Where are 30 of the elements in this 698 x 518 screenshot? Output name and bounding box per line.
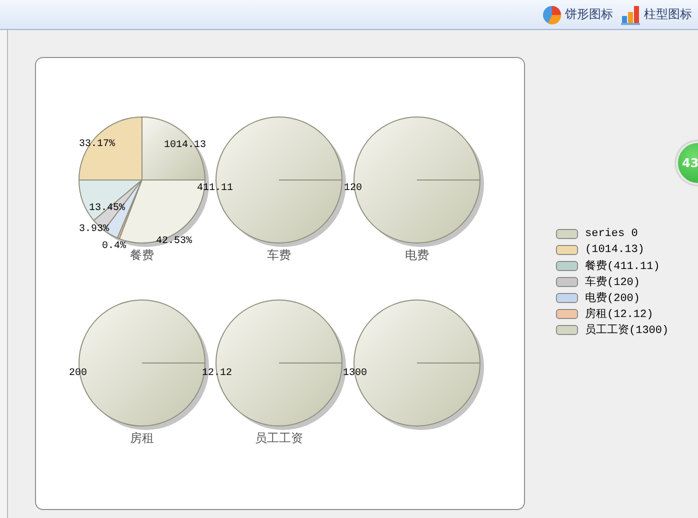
- data-label: 33.17%: [79, 139, 116, 151]
- data-label: 12.12: [202, 368, 232, 380]
- data-label: 3.93%: [79, 224, 110, 236]
- data-label: 13.45%: [89, 203, 126, 215]
- data-label: 411.11: [197, 183, 234, 195]
- legend-label: 餐费(411.11): [585, 259, 660, 273]
- bar-chart-icon: [621, 4, 641, 24]
- radius-line: [416, 362, 480, 364]
- toolbar-button[interactable]: 柱型图标: [621, 4, 692, 24]
- legend-label: (1014.13): [585, 244, 644, 256]
- radius-line: [142, 362, 206, 364]
- legend-label: 电费(200): [585, 291, 640, 305]
- data-label: 120: [344, 183, 362, 195]
- pie-title: 电费: [405, 247, 429, 264]
- pie-title: 车费: [267, 247, 291, 264]
- pie-chart-icon: [542, 4, 562, 24]
- toolbar-button[interactable]: 饼形图标: [542, 4, 613, 24]
- data-label: 1300: [343, 368, 368, 380]
- legend-label: 房租(12.12): [585, 306, 654, 321]
- data-label: 200: [69, 368, 88, 380]
- pie-title: 餐费: [130, 247, 154, 264]
- legend-label: 车费(120): [585, 275, 640, 289]
- data-label: 1014.13: [164, 140, 206, 152]
- pie-title: 员工工资: [255, 430, 303, 447]
- data-label: 0.4%: [102, 241, 126, 253]
- legend-label: series 0: [585, 228, 638, 240]
- data-label: 42.53%: [156, 236, 192, 248]
- pie-title: 房租: [130, 430, 154, 447]
- legend-label: 员工工资(1300): [585, 323, 669, 337]
- radius-line: [278, 362, 342, 364]
